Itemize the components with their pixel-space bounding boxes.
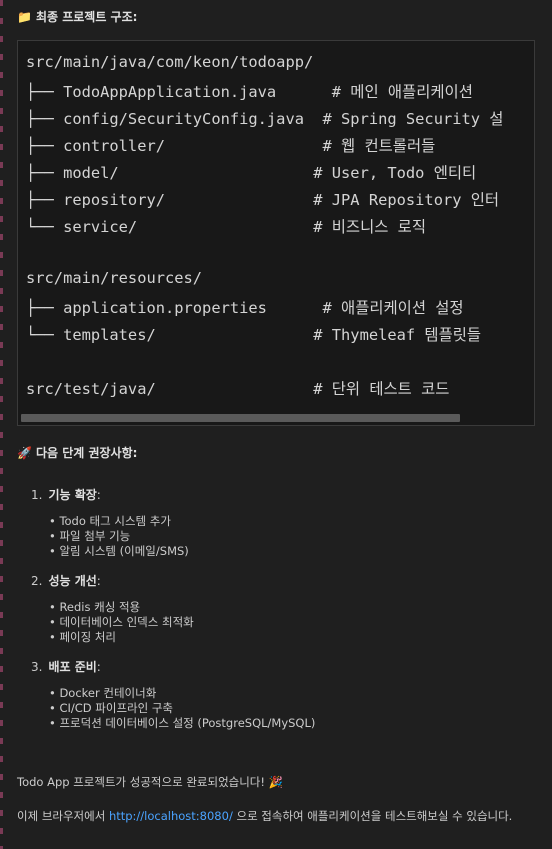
list-item: Redis 캐싱 적용 bbox=[49, 599, 140, 615]
final-message: 이제 브라우저에서 http://localhost:8080/ 으로 접속하여… bbox=[17, 809, 513, 823]
completion-message: Todo App 프로젝트가 성공적으로 완료되었습니다! 🎉 bbox=[17, 775, 283, 789]
left-edge-marker bbox=[0, 0, 3, 849]
code-line: ├── application.properties # 애플리케이션 설정 bbox=[26, 299, 464, 317]
code-line: src/main/resources/ bbox=[26, 269, 203, 287]
code-line: └── templates/ # Thymeleaf 템플릿들 bbox=[26, 326, 482, 344]
code-block[interactable]: src/main/java/com/keon/todoapp/ ├── Todo… bbox=[17, 40, 535, 426]
list-item: 프로덕션 데이터베이스 설정 (PostgreSQL/MySQL) bbox=[49, 715, 315, 731]
code-line: ├── repository/ # JPA Repository 인터 bbox=[26, 191, 500, 209]
list-item: 데이터베이스 인덱스 최적화 bbox=[49, 614, 193, 630]
code-line: src/test/java/ # 단위 테스트 코드 bbox=[26, 380, 450, 398]
code-line: ├── config/SecurityConfig.java # Spring … bbox=[26, 110, 504, 128]
horizontal-scrollbar[interactable] bbox=[21, 414, 460, 422]
folder-icon: 📁 bbox=[17, 10, 32, 24]
list-item: Docker 컨테이너화 bbox=[49, 685, 156, 701]
code-line: └── service/ # 비즈니스 로직 bbox=[26, 218, 426, 236]
rocket-icon: 🚀 bbox=[17, 446, 32, 460]
list-item: CI/CD 파이프라인 구축 bbox=[49, 700, 173, 716]
list-item: 알림 시스템 (이메일/SMS) bbox=[49, 543, 188, 559]
next-steps-heading: 🚀 다음 단계 권장사항: bbox=[17, 446, 138, 460]
section-heading: 2. 성능 개선: bbox=[31, 574, 101, 588]
list-item: 페이징 처리 bbox=[49, 629, 116, 645]
section-heading: 3. 배포 준비: bbox=[31, 660, 101, 674]
list-item: Todo 태그 시스템 추가 bbox=[49, 513, 170, 529]
code-line: ├── model/ # User, Todo 엔티티 bbox=[26, 164, 477, 182]
code-line: ├── TodoAppApplication.java # 메인 애플리케이션 bbox=[26, 83, 473, 101]
code-line: src/main/java/com/keon/todoapp/ bbox=[26, 53, 314, 71]
list-item: 파일 첨부 기능 bbox=[49, 528, 130, 544]
structure-heading: 📁 최종 프로젝트 구조: bbox=[17, 10, 138, 24]
code-line: ├── controller/ # 웹 컨트롤러들 bbox=[26, 137, 436, 155]
section-heading: 1. 기능 확장: bbox=[31, 488, 101, 502]
localhost-link[interactable]: http://localhost:8080/ bbox=[109, 809, 233, 823]
